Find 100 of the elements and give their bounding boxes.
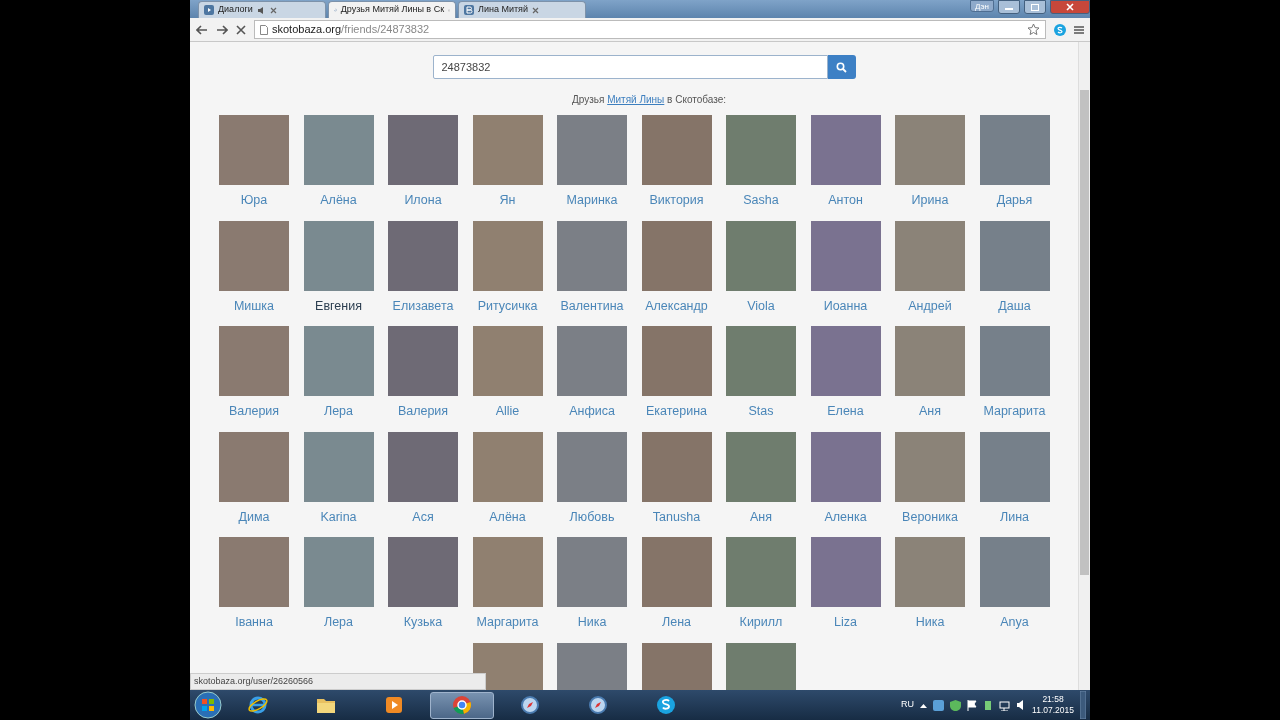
friend-name-link[interactable]: Аня <box>750 507 772 527</box>
friend-name-link[interactable]: Anya <box>1000 613 1029 632</box>
friend-name-link[interactable]: Валерия <box>228 402 280 421</box>
friend-name-link[interactable]: Liza <box>834 613 857 632</box>
page-icon <box>260 24 268 35</box>
friend-name-link[interactable]: Ян <box>499 191 516 210</box>
friend-name-link[interactable]: Маргарита <box>983 402 1046 421</box>
clock[interactable]: 21:58 11.07.2015 <box>1032 694 1074 716</box>
close-icon[interactable] <box>531 6 539 14</box>
friend-name-link[interactable]: Юра <box>240 191 268 210</box>
close-button[interactable] <box>1050 0 1090 14</box>
friend-name-link[interactable]: Ритусичка <box>477 296 538 316</box>
friend-name-link[interactable]: Кирилл <box>739 613 783 632</box>
shield-icon[interactable] <box>950 699 962 711</box>
profile-photo[interactable] <box>303 431 374 502</box>
friend-name-link[interactable]: Tanusha <box>652 507 701 527</box>
compass-icon <box>588 695 608 715</box>
friend-name-link[interactable]: Sasha <box>743 191 779 210</box>
friend-name-link[interactable]: Мишка <box>233 296 275 316</box>
skype-icon[interactable] <box>1054 23 1066 36</box>
up-arrow-icon[interactable] <box>920 702 928 708</box>
friend-name-link[interactable]: Лина <box>999 507 1029 527</box>
friend-name-link[interactable]: Іванна <box>235 613 273 632</box>
friend-name-link[interactable]: Елизавета <box>392 296 454 316</box>
network-icon[interactable] <box>999 699 1011 711</box>
profile-photo[interactable] <box>641 220 712 291</box>
profile-button[interactable]: Дэн <box>970 0 994 12</box>
chrome-icon <box>452 695 472 715</box>
friend-name-link[interactable]: Дима <box>238 507 270 527</box>
taskbar-button[interactable] <box>430 691 494 719</box>
friend-name-link[interactable]: Александр <box>645 296 708 316</box>
clock-date: 11.07.2015 <box>1032 705 1074 716</box>
friend-name-link[interactable]: Валерия <box>397 402 449 421</box>
friend-name-link[interactable]: Аленка <box>824 507 867 527</box>
friend-name-link[interactable]: Алёна <box>489 507 526 527</box>
minimize-button[interactable] <box>998 0 1020 14</box>
profile-link[interactable]: Митяй Лины <box>607 94 665 105</box>
friend-name-link[interactable]: Илона <box>404 191 442 210</box>
friend-name-link[interactable]: Stas <box>748 402 774 421</box>
friend-name-link[interactable]: Евгения <box>315 296 362 316</box>
friend-name-link[interactable]: Ника <box>577 613 607 632</box>
profile-photo[interactable] <box>979 220 1050 291</box>
maximize-icon <box>1031 3 1039 11</box>
clock-time: 21:58 <box>1041 694 1065 705</box>
friend-name-link[interactable]: Ася <box>412 507 434 527</box>
maximize-button[interactable] <box>1024 0 1046 14</box>
friend-name-link[interactable]: Иоанна <box>823 296 868 316</box>
friend-name-link[interactable]: Кузька <box>403 613 443 632</box>
ie-icon <box>248 695 268 715</box>
address-bar[interactable]: skotobaza.org/friends/24873832 <box>254 20 1046 39</box>
friend-name-link[interactable]: Маргарита <box>476 613 539 632</box>
profile-photo[interactable] <box>979 431 1050 502</box>
friend-name-link[interactable]: Дарья <box>996 191 1033 210</box>
stop-icon[interactable] <box>236 24 246 35</box>
friend-name-link[interactable]: Вероника <box>902 507 958 527</box>
flag-icon[interactable] <box>967 699 978 711</box>
profile-photo[interactable] <box>472 220 543 291</box>
friend-name-link[interactable]: Екатерина <box>645 402 708 421</box>
profile-photo[interactable] <box>472 431 543 502</box>
profile-photo[interactable] <box>641 431 712 502</box>
show-desktop-button[interactable] <box>1080 691 1086 719</box>
search-button[interactable] <box>827 55 856 79</box>
friend-name-link[interactable]: Даша <box>998 296 1031 316</box>
friend-name-link[interactable]: Елена <box>827 402 864 421</box>
friend-name-link[interactable]: Лера <box>323 402 354 421</box>
scrollbar-thumb[interactable] <box>1080 90 1089 575</box>
search-field[interactable]: 24873832 <box>432 55 828 79</box>
friend-name-link[interactable]: Анфиса <box>569 402 615 421</box>
friend-name-link[interactable]: Ника <box>915 613 945 632</box>
address-text: skotobaza.org/friends/24873832 <box>272 22 430 38</box>
friend-name-link[interactable]: Любовь <box>569 507 615 527</box>
friend-name-link[interactable]: Аня <box>919 402 941 421</box>
friend-name-link[interactable]: Viola <box>747 296 775 316</box>
back-icon[interactable] <box>196 24 208 35</box>
profile-photo[interactable] <box>810 431 881 502</box>
menu-icon[interactable] <box>1074 24 1084 35</box>
close-icon[interactable] <box>269 6 277 14</box>
friend-name-link[interactable]: Karina <box>320 507 357 527</box>
friend-name-link[interactable]: Андрей <box>908 296 952 316</box>
browser-tab[interactable]: Лина Митяй <box>458 1 586 18</box>
friend-name-link[interactable]: Антон <box>828 191 863 210</box>
profile-photo[interactable] <box>303 220 374 291</box>
friend-name-link[interactable]: Маринка <box>566 191 618 210</box>
friend-name-link[interactable]: Лера <box>323 613 354 632</box>
friend-name-link[interactable]: Лена <box>662 613 691 632</box>
star-icon[interactable] <box>1027 23 1040 36</box>
forward-icon[interactable] <box>216 24 228 35</box>
friend-name-link[interactable]: Валентина <box>560 296 624 316</box>
browser-tab[interactable]: Друзья Митяй Лины в Ск <box>328 1 456 18</box>
friend-name-link[interactable]: Ирина <box>911 191 949 210</box>
close-icon <box>1066 3 1074 11</box>
start-button[interactable] <box>194 691 222 719</box>
friend-name-link[interactable]: Виктория <box>649 191 704 210</box>
friend-name-link[interactable]: Алёна <box>320 191 357 210</box>
play-icon <box>384 695 404 715</box>
status-url: skotobaza.org/user/26260566 <box>190 672 486 690</box>
profile-photo[interactable] <box>810 220 881 291</box>
browser-tab[interactable]: Диалоги <box>198 1 326 18</box>
friend-name-link[interactable]: Allie <box>495 402 520 421</box>
language-indicator[interactable]: RU <box>901 698 915 712</box>
